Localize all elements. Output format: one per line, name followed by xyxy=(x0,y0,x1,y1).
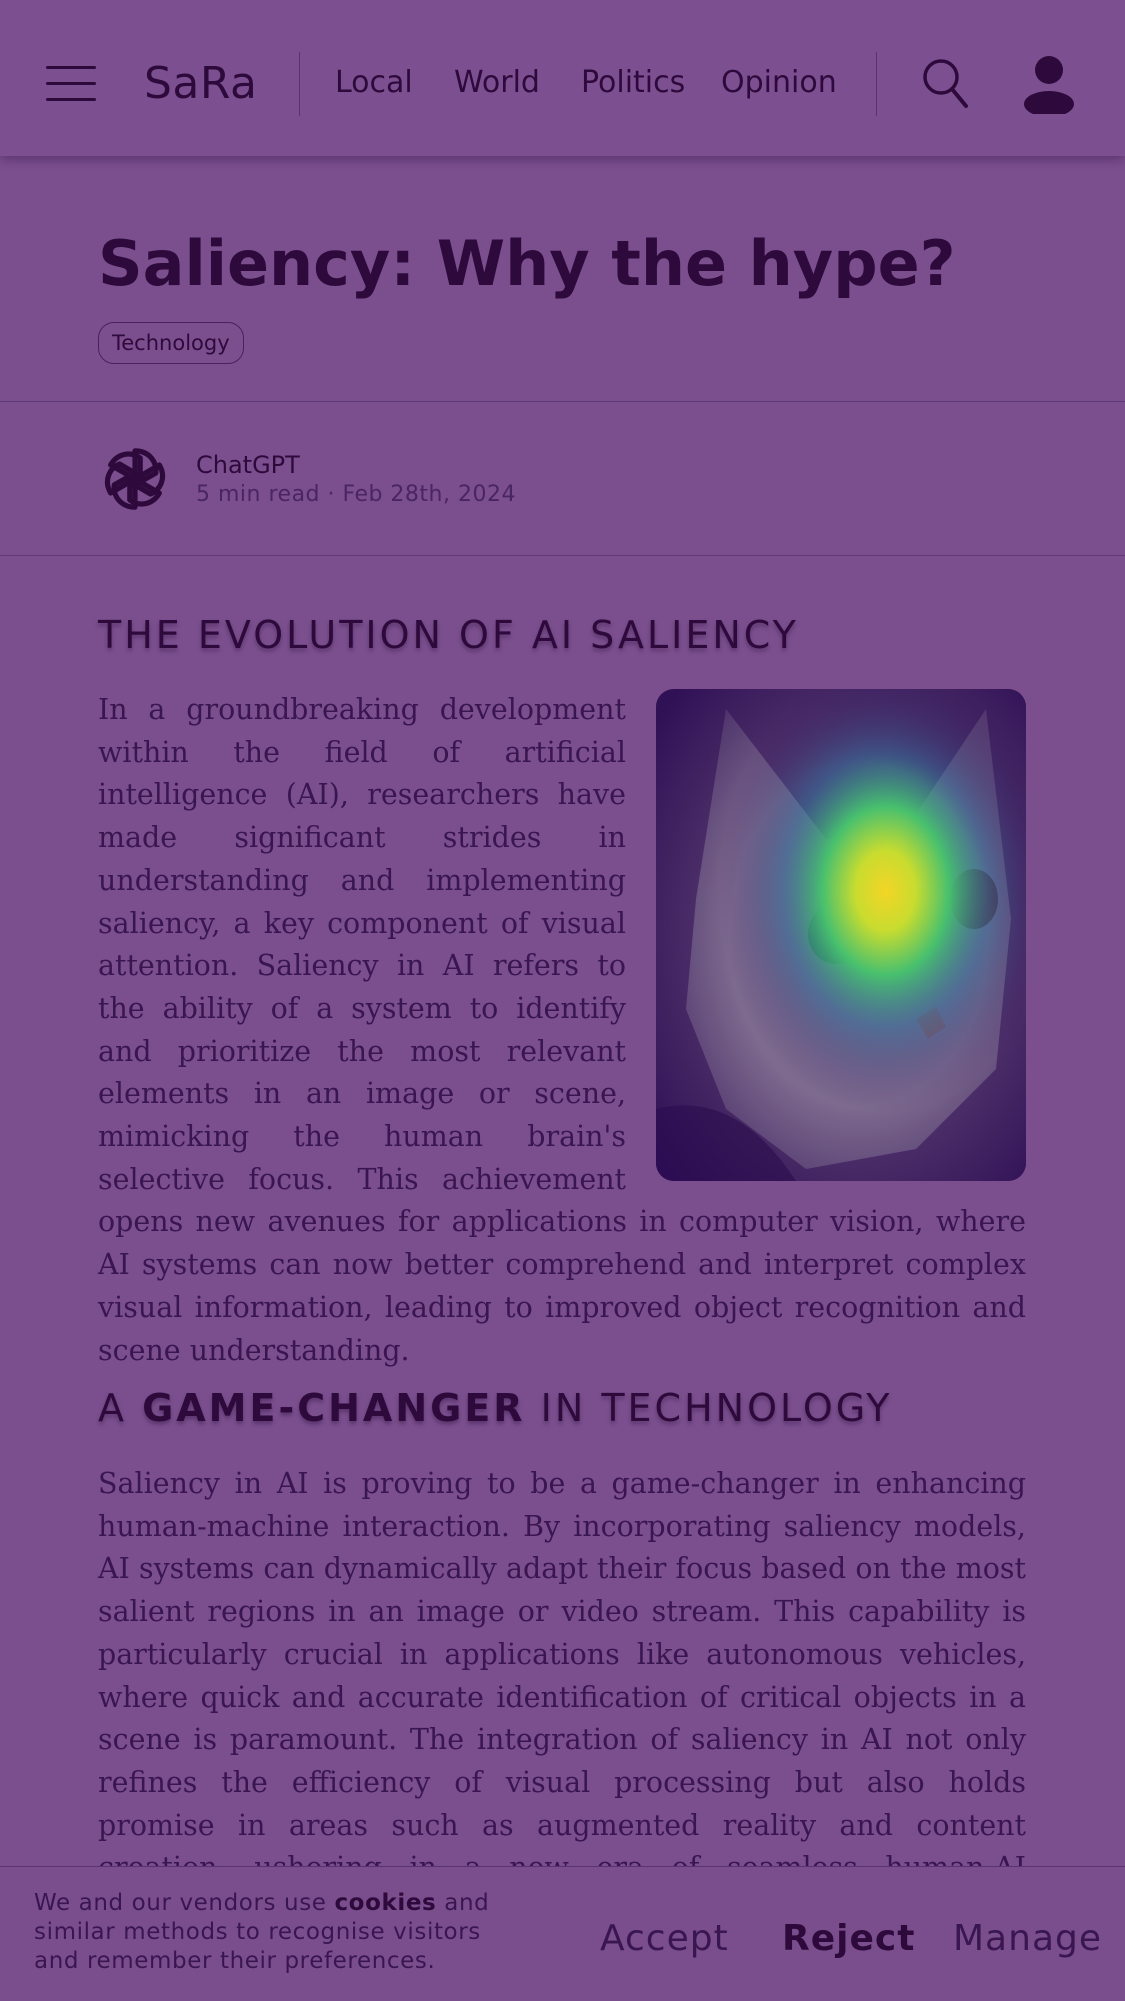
section-heading: A GAME-CHANGER IN TECHNOLOGY xyxy=(98,1386,893,1430)
article-meta: 5 min read · Feb 28th, 2024 xyxy=(196,482,516,507)
divider xyxy=(0,555,1125,556)
author-name[interactable]: ChatGPT xyxy=(196,450,300,480)
section-heading: THE EVOLUTION OF AI SALIENCY xyxy=(98,613,799,657)
search-icon[interactable] xyxy=(920,56,970,112)
cookie-banner: We and our vendors use cookies and simil… xyxy=(0,1866,1125,2001)
article-section-1: In a groundbreaking development within t… xyxy=(98,689,1026,1372)
nav-divider xyxy=(876,52,877,116)
nav-link-world[interactable]: World xyxy=(454,64,540,102)
top-navigation-bar: SaRa Local World Politics Opinion xyxy=(0,0,1125,156)
manage-button[interactable]: Manage xyxy=(953,1917,1102,1961)
accept-button[interactable]: Accept xyxy=(600,1917,729,1961)
nav-divider xyxy=(299,52,300,116)
divider xyxy=(0,401,1125,402)
nav-link-local[interactable]: Local xyxy=(335,64,413,102)
nav-link-politics[interactable]: Politics xyxy=(581,64,685,102)
openai-logo xyxy=(104,448,166,510)
article-title: Saliency: Why the hype? xyxy=(98,227,956,300)
cookie-message: We and our vendors use cookies and simil… xyxy=(34,1890,490,1974)
nav-link-opinion[interactable]: Opinion xyxy=(721,64,837,102)
reject-button[interactable]: Reject xyxy=(782,1917,915,1961)
category-tag[interactable]: Technology xyxy=(98,322,244,364)
user-icon[interactable] xyxy=(1020,54,1078,114)
menu-icon[interactable] xyxy=(46,66,96,102)
article-section-2: Saliency in AI is proving to be a game-c… xyxy=(98,1467,1026,1927)
cat-saliency-image xyxy=(656,689,1026,1181)
brand-logo[interactable]: SaRa xyxy=(144,58,257,110)
